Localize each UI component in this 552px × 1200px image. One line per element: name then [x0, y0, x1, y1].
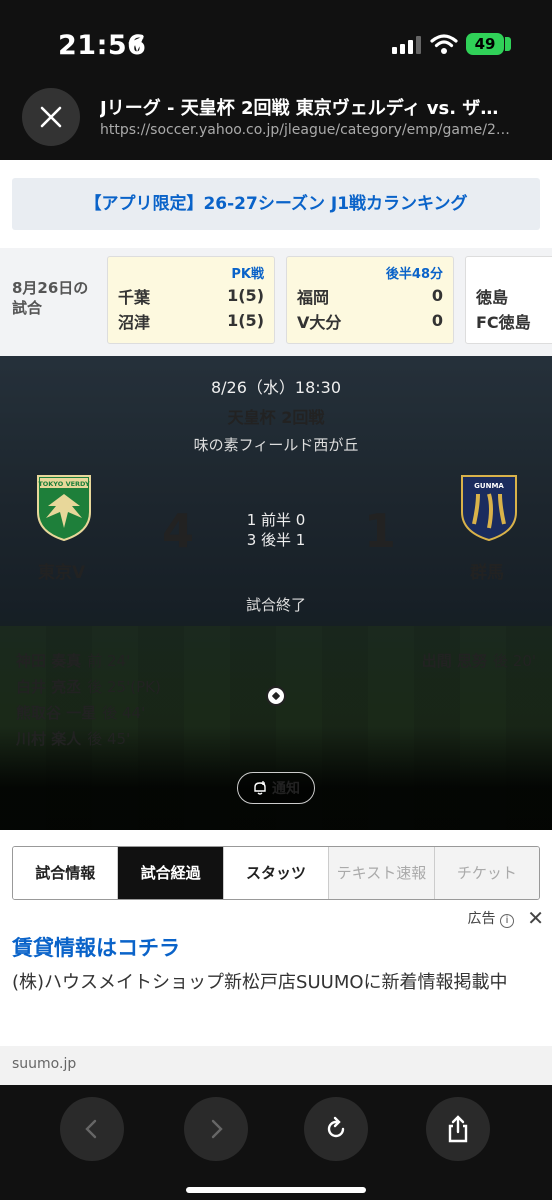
ad-close-icon[interactable]: ✕ [527, 906, 544, 930]
tab-match-info[interactable]: 試合情報 [13, 847, 119, 899]
ticker-card[interactable]: 徳島 FC徳島 [465, 256, 552, 344]
svg-text:GUNMA: GUNMA [474, 482, 504, 490]
ticker-status: PK戦 [231, 267, 264, 282]
share-icon [448, 1115, 468, 1143]
browser-header: Jリーグ - 天皇杯 2回戦 東京ヴェルディ vs. ザ… https://so… [0, 88, 552, 160]
ticker-status: 後半48分 [385, 267, 443, 282]
tab-match-progress[interactable]: 試合経過 [118, 847, 224, 899]
half-scores: 1 前半 0 3 後半 1 [226, 510, 326, 550]
share-button[interactable] [426, 1097, 490, 1161]
ticker-card[interactable]: 後半48分 福岡 0 V大分 0 [286, 256, 454, 344]
first-half-score: 1 前半 0 [246, 511, 306, 529]
match-hero: 8/26（水）18:30 天皇杯 2回戦 味の素フィールド西が丘 TOKYO V… [0, 356, 552, 830]
away-goal-item: 出間 思努後 20' [421, 652, 536, 670]
page-url[interactable]: https://soccer.yahoo.co.jp/jleague/categ… [100, 122, 530, 138]
match-ticker: 8月26日の 試合 PK戦 千葉 1(5) 沼津 1(5) 後半48分 福岡 0 V大… [0, 248, 552, 358]
ticker-status [476, 263, 552, 283]
back-button[interactable] [60, 1097, 124, 1161]
match-date: 8/26（水）18:30 [210, 378, 342, 397]
home-team-name[interactable]: 東京V [38, 558, 85, 583]
ticker-card[interactable]: PK戦 千葉 1(5) 沼津 1(5) [107, 256, 275, 344]
close-button[interactable] [22, 88, 80, 146]
notify-label: 通知 [272, 781, 300, 797]
tab-stats[interactable]: スタッツ [223, 847, 330, 899]
ad-block[interactable]: 広告 i ✕ 賃貸情報はコチラ (株)ハウスメイトショップ新松戸店SUUMOに新… [0, 906, 552, 1085]
web-page: 【アプリ限定】26-27シーズン J1戦カランキング 8月26日の 試合 PK戦… [0, 160, 552, 1085]
tab-text-live: テキスト速報 [329, 847, 435, 899]
home-goal-item: 熊取谷 一星後 44' [16, 704, 146, 722]
page-title: Jリーグ - 天皇杯 2回戦 東京ヴェルディ vs. ザ… [100, 98, 499, 119]
wifi-icon [430, 34, 458, 54]
ad-title[interactable]: 賃貸情報はコチラ [12, 932, 180, 962]
battery-cap [505, 37, 511, 51]
tab-tickets: チケット [434, 847, 539, 899]
ad-body[interactable]: (株)ハウスメイトショップ新松戸店SUUMOに新着情報掲載中 [12, 970, 532, 996]
reload-icon [327, 1116, 345, 1138]
cellular-signal-icon [392, 36, 421, 54]
battery-icon: 49 [466, 33, 504, 55]
home-goal-item: 川村 楽人後 45' [16, 730, 131, 748]
location-arrow-icon [128, 36, 144, 52]
close-icon [40, 106, 62, 128]
home-indicator [186, 1187, 366, 1193]
reload-button[interactable] [304, 1097, 368, 1161]
second-half-score: 3 後半 1 [246, 531, 306, 549]
match-competition: 天皇杯 2回戦 [227, 408, 325, 427]
home-score: 4 [162, 504, 195, 558]
notify-button[interactable]: 通知 [237, 772, 315, 804]
chevron-right-icon [211, 1119, 223, 1139]
tokyo-verdy-crest-icon[interactable]: TOKYO VERDY [34, 472, 94, 542]
browser-toolbar [0, 1085, 552, 1200]
chevron-left-icon [85, 1119, 97, 1139]
match-status: 試合終了 [245, 596, 306, 614]
home-goal-item: 白井 亮丞後 25'(PK) [16, 678, 161, 696]
info-icon: i [500, 914, 514, 928]
ad-label: 広告 i [468, 908, 514, 928]
forward-button[interactable] [184, 1097, 248, 1161]
away-score: 1 [364, 504, 397, 558]
ticker-label: 8月26日の 試合 [12, 279, 89, 317]
status-bar: 21:56 49 [0, 0, 552, 88]
away-team-name[interactable]: 群馬 [470, 558, 504, 583]
svg-text:TOKYO VERDY: TOKYO VERDY [38, 480, 90, 488]
match-venue: 味の素フィールド西が丘 [193, 436, 359, 454]
bell-plus-icon [254, 781, 266, 795]
home-goal-item: 神田 奏真前 24' [16, 652, 131, 670]
match-tabs: 試合情報 試合経過 スタッツ テキスト速報 チケット [12, 846, 540, 900]
promo-banner[interactable]: 【アプリ限定】26-27シーズン J1戦カランキング [12, 178, 540, 230]
gunma-crest-icon[interactable]: GUNMA [458, 472, 520, 542]
ad-domain[interactable]: suumo.jp [0, 1046, 552, 1085]
soccer-ball-icon [266, 686, 286, 706]
